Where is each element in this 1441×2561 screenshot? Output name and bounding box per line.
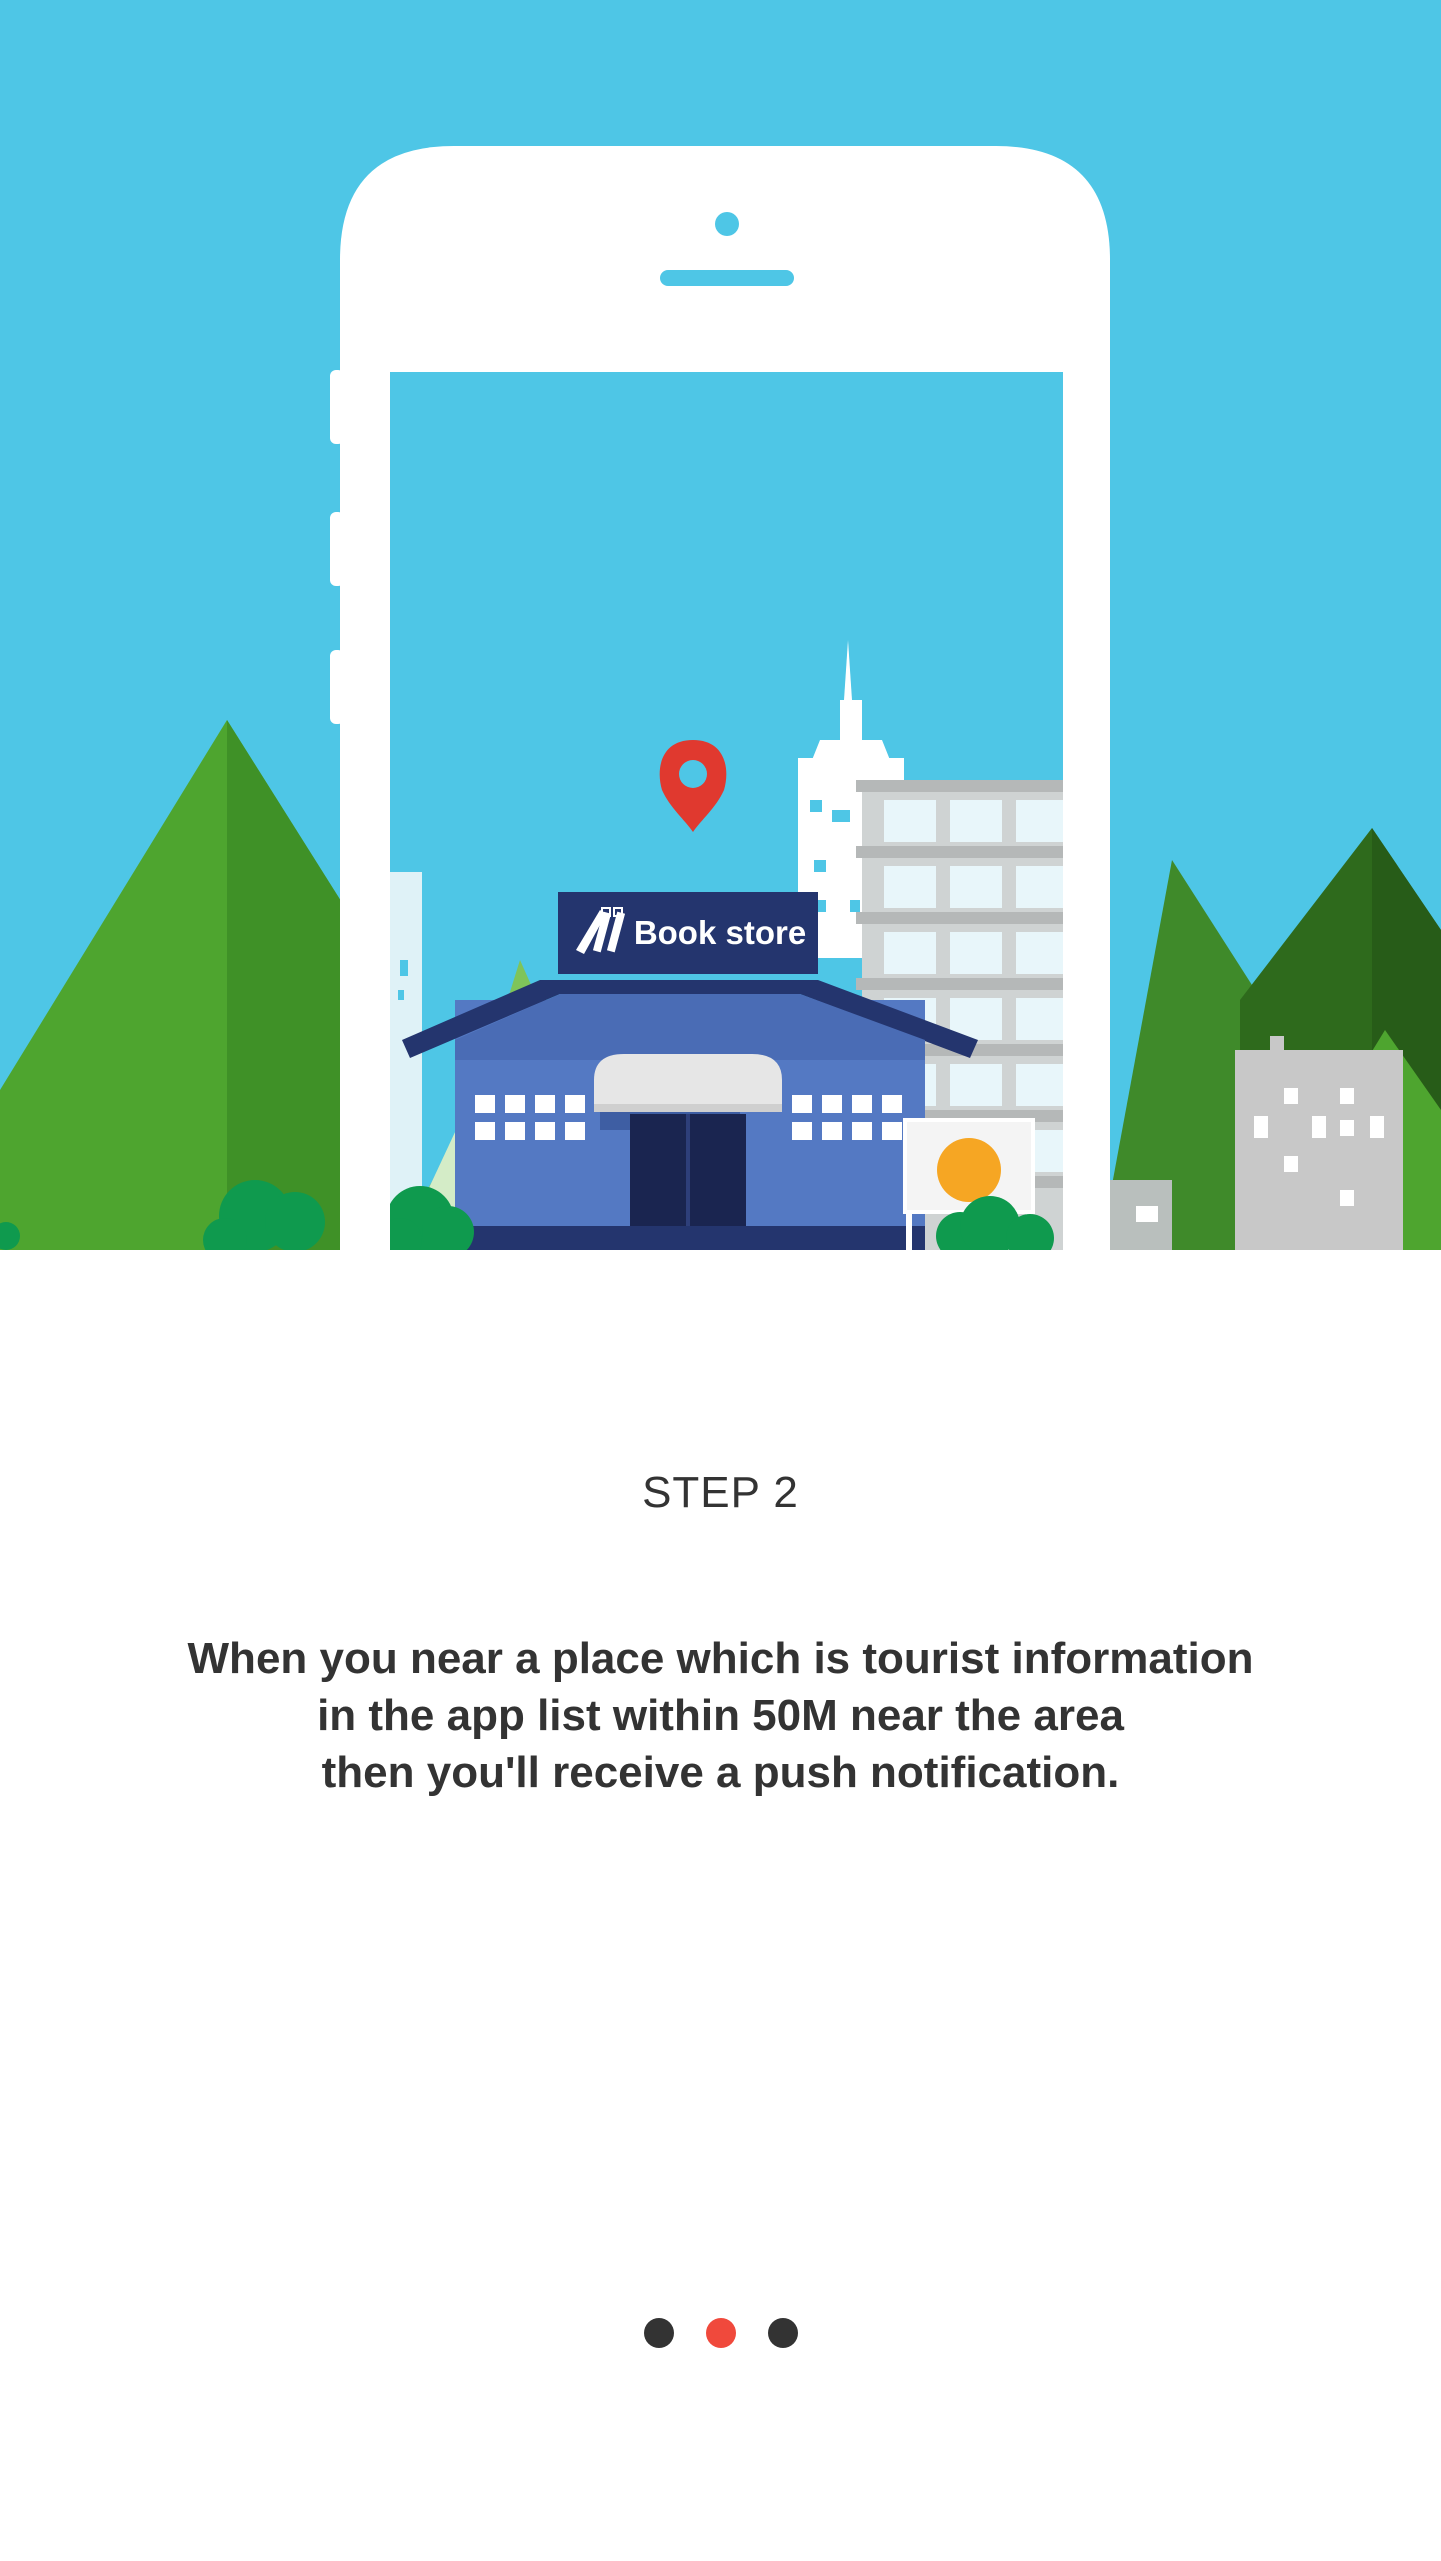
page-indicator [0, 2318, 1441, 2348]
bookstore-sign-text: Book store [634, 914, 806, 951]
step-description: When you near a place which is tourist i… [120, 1630, 1321, 1801]
description-line: then you'll receive a push notification. [321, 1748, 1120, 1797]
step-title: STEP 2 [642, 1468, 799, 1517]
page-dot[interactable] [643, 2318, 674, 2348]
onboarding-illustration: Book store [0, 0, 1441, 1250]
page-dot[interactable] [767, 2318, 798, 2348]
description-line: in the app list within 50M near the area [317, 1691, 1124, 1740]
page-dot-active[interactable] [705, 2318, 736, 2348]
grey-building [1235, 1036, 1403, 1250]
description-line: When you near a place which is tourist i… [187, 1634, 1254, 1683]
